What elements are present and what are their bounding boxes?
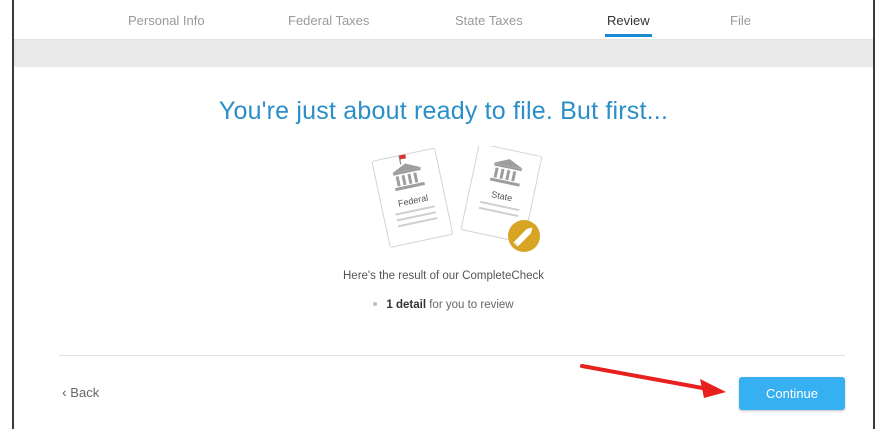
- tax-returns-illustration: Federal State: [371, 146, 543, 252]
- chevron-left-icon: ‹: [62, 384, 67, 400]
- subheader-band: [14, 40, 873, 67]
- page-title: You're just about ready to file. But fir…: [218, 97, 669, 125]
- footer-divider: [59, 355, 845, 356]
- step-file[interactable]: File: [730, 13, 751, 28]
- completecheck-result: Here's the result of our CompleteCheck: [343, 270, 544, 282]
- progress-nav: Personal Info Federal Taxes State Taxes …: [14, 0, 873, 40]
- continue-button[interactable]: Continue: [739, 377, 845, 410]
- detail-summary: 1 detail for you to review: [14, 299, 873, 311]
- detail-suffix: for you to review: [426, 299, 514, 311]
- step-review[interactable]: Review: [605, 13, 652, 37]
- edit-pencil-icon: [508, 220, 540, 252]
- red-arrow-annotation: [580, 364, 726, 398]
- back-label: Back: [70, 385, 100, 400]
- step-state-taxes[interactable]: State Taxes: [455, 13, 523, 28]
- back-link[interactable]: ‹ Back: [62, 384, 99, 400]
- step-personal-info[interactable]: Personal Info: [128, 13, 205, 28]
- federal-card: Federal: [371, 147, 453, 248]
- app-window: Personal Info Federal Taxes State Taxes …: [12, 0, 875, 429]
- detail-count[interactable]: 1 detail: [386, 299, 426, 311]
- bullet-dot: [373, 301, 378, 306]
- step-federal-taxes[interactable]: Federal Taxes: [288, 13, 369, 28]
